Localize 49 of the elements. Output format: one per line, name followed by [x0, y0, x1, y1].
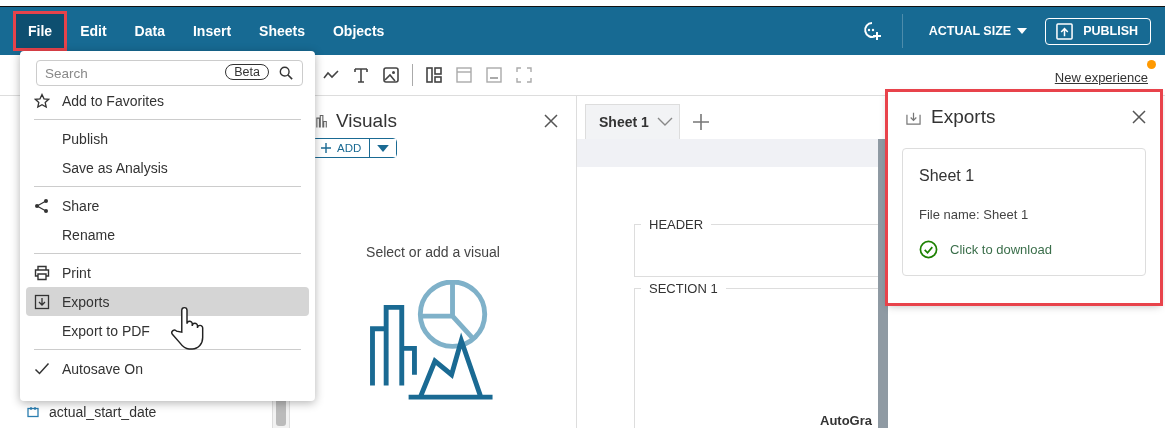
add-sheet-icon[interactable]: [691, 112, 710, 131]
publish-button[interactable]: PUBLISH: [1045, 17, 1151, 45]
close-icon[interactable]: [1132, 110, 1146, 124]
menu-item[interactable]: Add to Favorites: [26, 86, 309, 115]
upload-icon: [1056, 22, 1074, 40]
menu-tab[interactable]: Insert: [180, 14, 244, 48]
printer-icon: [34, 264, 50, 281]
menu-item[interactable]: Rename: [26, 220, 309, 249]
export-name: Sheet 1: [919, 167, 976, 185]
share-icon: [34, 197, 50, 214]
menu-item[interactable]: Exports: [26, 287, 309, 316]
close-icon[interactable]: [544, 114, 558, 128]
new-experience-link[interactable]: New experience: [1054, 69, 1148, 85]
panel-title: Visuals: [336, 110, 398, 132]
download-icon: [34, 293, 50, 310]
caret-icon: [1017, 28, 1028, 34]
plus-icon: [321, 143, 331, 153]
zoom-dropdown[interactable]: ACTUAL SIZE: [922, 23, 1034, 39]
menu-item[interactable]: Autosave On: [26, 354, 309, 383]
menu-tab[interactable]: Sheets: [247, 14, 317, 48]
empty-state-text: Select or add a visual: [366, 244, 500, 260]
text-icon[interactable]: [352, 66, 370, 84]
bar-chart-icon: [316, 113, 328, 129]
menu-tab[interactable]: File: [16, 14, 65, 48]
menu-item[interactable]: Save as Analysis: [26, 153, 309, 182]
panel-title: Exports: [931, 106, 997, 128]
file-name-text: File name: Sheet 1: [919, 207, 1030, 222]
menu-tab[interactable]: Data: [122, 14, 177, 48]
chevron-down-icon[interactable]: [656, 117, 673, 127]
sheet-tab[interactable]: Sheet 1: [585, 103, 680, 140]
menu-item[interactable]: Share: [26, 191, 309, 220]
caret-icon: [377, 144, 390, 152]
hand-cursor-icon: [170, 305, 204, 351]
layout-icon[interactable]: [425, 66, 443, 84]
comment-add-icon[interactable]: [861, 21, 882, 41]
menu-item[interactable]: Print: [26, 258, 309, 287]
visual-title: AutoGra: [820, 413, 872, 428]
star-icon: [34, 92, 50, 109]
menu-tab[interactable]: Edit: [68, 14, 119, 48]
image-icon[interactable]: [382, 66, 400, 84]
check-circle-icon: [919, 240, 938, 259]
add-button[interactable]: ADD: [313, 139, 371, 157]
calendar-icon: [27, 406, 39, 418]
menu-tab[interactable]: Objects: [321, 14, 397, 48]
menu-item[interactable]: Export to PDF: [26, 316, 309, 345]
search-icon[interactable]: [279, 66, 293, 80]
menu-item[interactable]: Publish: [26, 124, 309, 153]
download-link[interactable]: Click to download: [950, 242, 1052, 257]
field-item[interactable]: actual_start_date: [0, 400, 272, 424]
